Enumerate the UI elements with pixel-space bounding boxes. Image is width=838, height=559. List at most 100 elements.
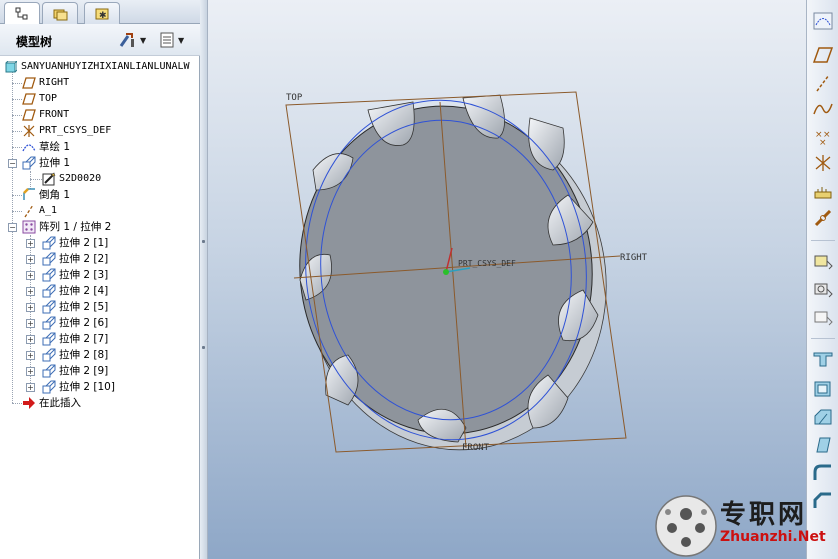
tree-item-extrude-2-6[interactable]: 拉伸 2 [6] (42, 315, 108, 331)
tree-item-extrude-2-5[interactable]: 拉伸 2 [5] (42, 299, 108, 315)
chamfer-icon (22, 188, 36, 202)
datum-plane-icon (22, 92, 36, 106)
rib-icon (814, 409, 832, 425)
chevron-down-icon: ▼ (178, 35, 185, 45)
tree-item-extrude-1[interactable]: 拉伸 1 (22, 155, 70, 171)
csys-icon (22, 124, 36, 138)
expand-toggle[interactable]: + (26, 271, 35, 280)
extrude-icon (814, 255, 833, 270)
expand-toggle[interactable]: + (26, 255, 35, 264)
tree-item-label: 倒角 1 (39, 189, 71, 201)
pattern-icon (22, 220, 36, 234)
datum-point-button[interactable]: × × × (811, 126, 835, 148)
tree-item-extrude-2-9[interactable]: 拉伸 2 [9] (42, 363, 108, 379)
tree-item-label: SANYUANHUYIZHIXIANLIANLUNALW (21, 61, 190, 72)
rib-button[interactable] (811, 406, 835, 428)
shell-button[interactable] (811, 378, 835, 400)
datum-plane-button[interactable] (811, 44, 835, 66)
panel-splitter[interactable] (200, 0, 208, 559)
tree-item-label: 拉伸 2 [7] (59, 333, 109, 345)
splitter-grip (202, 240, 205, 243)
extrude-button[interactable] (811, 250, 835, 272)
hole-icon (813, 352, 833, 367)
datum-curve-button[interactable] (811, 98, 835, 120)
revolve-button[interactable] (811, 278, 835, 300)
tree-item-extrude-2-1[interactable]: 拉伸 2 [1] (42, 235, 108, 251)
extrude-icon (22, 156, 36, 170)
tree-item-part[interactable]: SANYUANHUYIZHIXIANLIANLUNALW (4, 59, 190, 75)
chain-button[interactable] (811, 208, 835, 230)
tree-item-axis[interactable]: A_1 (22, 203, 57, 219)
analysis-icon (814, 187, 832, 199)
tree-guide-line (12, 403, 22, 404)
chevron-down-icon: ▼ (140, 35, 147, 45)
expand-toggle[interactable]: + (26, 351, 35, 360)
revolve-icon (814, 283, 833, 298)
datum-axis-icon (816, 74, 830, 92)
collapse-toggle[interactable]: − (8, 159, 17, 168)
csys-button[interactable] (811, 152, 835, 174)
analysis-button[interactable] (811, 180, 835, 202)
collapse-toggle[interactable]: − (8, 223, 17, 232)
svg-text:✱: ✱ (99, 11, 107, 21)
model-viewport[interactable]: TOP RIGHT FRONT PRT_CSYS_DEF (208, 0, 806, 559)
tree-item-extrude-2-4[interactable]: 拉伸 2 [4] (42, 283, 108, 299)
tree-item-extrude-2-3[interactable]: 拉伸 2 [3] (42, 267, 108, 283)
hole-button[interactable] (811, 348, 835, 370)
tree-settings-button[interactable]: ▼ (118, 30, 146, 50)
datum-plane-icon (813, 47, 833, 63)
splitter-grip (202, 346, 205, 349)
datum-axis-button[interactable] (811, 72, 835, 94)
tree-guide-line (12, 83, 22, 84)
tree-item-chamfer-1[interactable]: 倒角 1 (22, 187, 70, 203)
tree-item-insert-here[interactable]: 在此插入 (22, 395, 81, 411)
tree-item-top-plane[interactable]: TOP (22, 91, 57, 107)
datum-plane-icon (22, 76, 36, 90)
insert-arrow-icon (22, 396, 36, 410)
round-button[interactable] (811, 462, 835, 484)
tree-guide-line (12, 99, 22, 100)
tree-item-label: 拉伸 2 [1] (59, 237, 109, 249)
sweep-button[interactable] (811, 306, 835, 328)
expand-toggle[interactable]: + (26, 335, 35, 344)
tree-item-label: 拉伸 2 [3] (59, 269, 109, 281)
tree-item-extrude-2-2[interactable]: 拉伸 2 [2] (42, 251, 108, 267)
tree-item-csys[interactable]: PRT_CSYS_DEF (22, 123, 111, 139)
tree-item-s2d0020[interactable]: S2D0020 (42, 171, 101, 187)
tree-item-extrude-2-8[interactable]: 拉伸 2 [8] (42, 347, 108, 363)
extrude-icon (42, 332, 56, 346)
tree-guide-line (12, 211, 22, 212)
expand-toggle[interactable]: + (26, 287, 35, 296)
tree-guide-line (12, 131, 22, 132)
datum-curve-icon (813, 103, 833, 115)
expand-toggle[interactable]: + (26, 319, 35, 328)
front-plane-label[interactable]: FRONT (462, 443, 490, 453)
tree-item-pattern-1[interactable]: 阵列 1 / 拉伸 2 (22, 219, 111, 235)
extrude-icon (42, 236, 56, 250)
extrude-icon (42, 348, 56, 362)
tree-item-right-plane[interactable]: RIGHT (22, 75, 69, 91)
tab-model-tree[interactable] (4, 2, 40, 25)
draft-button[interactable] (811, 434, 835, 456)
tree-show-button[interactable]: ▼ (158, 30, 184, 50)
tab-favorites[interactable]: ✱ (84, 2, 120, 24)
shell-icon (814, 381, 831, 397)
tree-item-extrude-2-10[interactable]: 拉伸 2 [10] (42, 379, 115, 395)
right-plane-label[interactable]: RIGHT (620, 253, 648, 263)
expand-toggle[interactable]: + (26, 367, 35, 376)
sketch-icon (22, 140, 36, 154)
tree-item-label: 阵列 1 / 拉伸 2 (39, 221, 112, 233)
top-plane-label[interactable]: TOP (286, 93, 303, 103)
tree-item-front-plane[interactable]: FRONT (22, 107, 69, 123)
tree-guide-line (12, 195, 22, 196)
expand-toggle[interactable]: + (26, 303, 35, 312)
expand-toggle[interactable]: + (26, 383, 35, 392)
expand-toggle[interactable]: + (26, 239, 35, 248)
tree-item-extrude-2-7[interactable]: 拉伸 2 [7] (42, 331, 108, 347)
model-tree-panel: ✱ 模型树 ▼ ▼ SANYUANHUYIZHIXIANLIANLUNALW R… (0, 0, 200, 559)
tree-item-sketch-1[interactable]: 草绘 1 (22, 139, 70, 155)
csys-label[interactable]: PRT_CSYS_DEF (458, 259, 516, 268)
sketch-tool-button[interactable] (811, 10, 835, 32)
tab-folder-browser[interactable] (42, 2, 78, 24)
graphics-window[interactable]: TOP RIGHT FRONT PRT_CSYS_DEF (208, 0, 806, 559)
